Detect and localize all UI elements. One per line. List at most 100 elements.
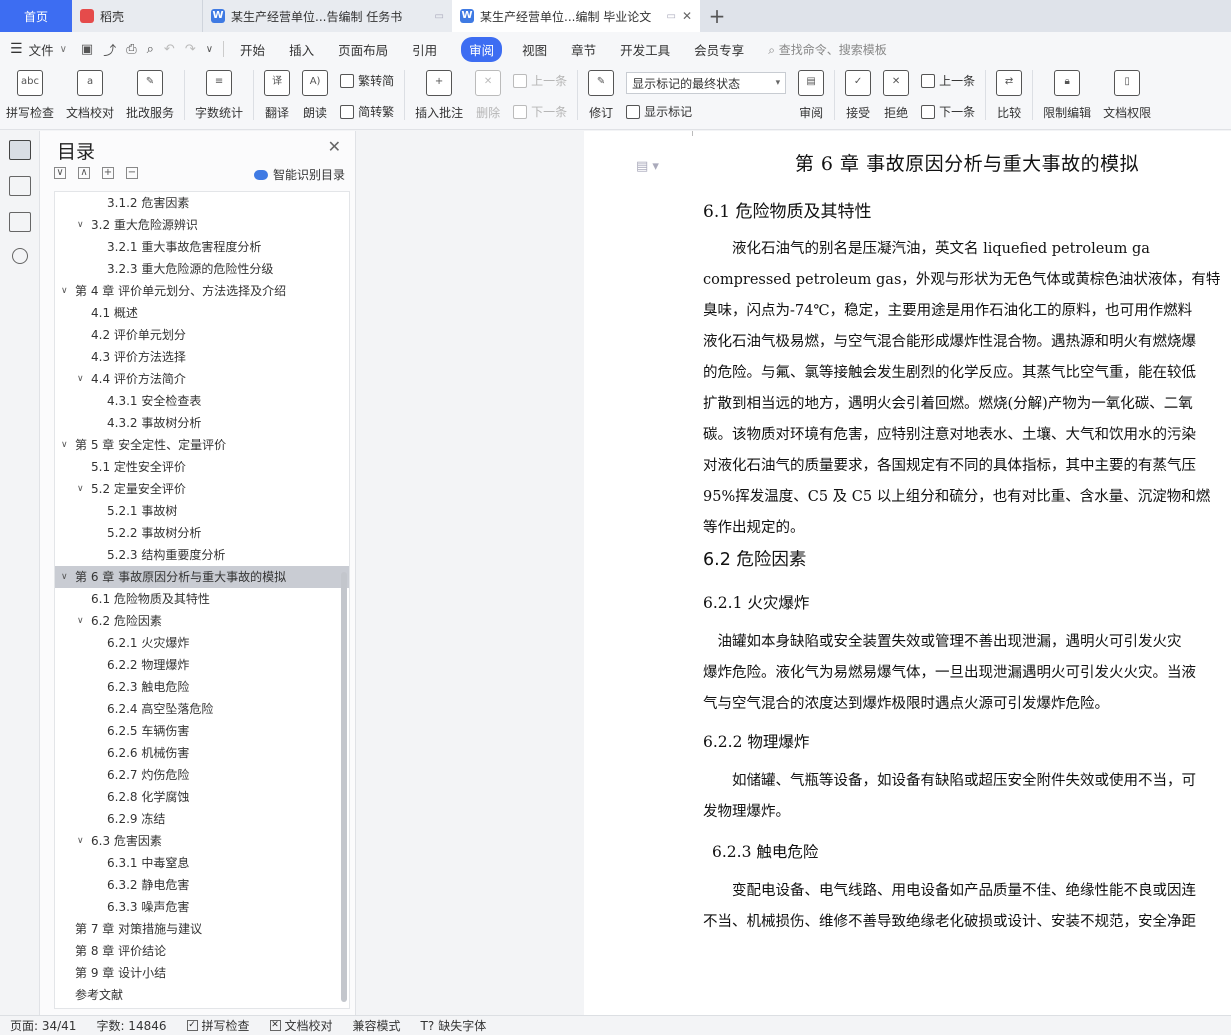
toc-item[interactable]: 5.2.3 结构重要度分析 <box>55 544 349 566</box>
tab-docer[interactable]: 稻壳 <box>72 0 202 32</box>
menu-page-layout[interactable]: 页面布局 <box>338 40 388 59</box>
undo-icon[interactable]: ↶ <box>164 42 175 57</box>
toc-item[interactable]: 6.2.5 车辆伤害 <box>55 720 349 742</box>
doc-check-button[interactable]: a 文档校对 <box>66 70 114 121</box>
toc-item[interactable]: 6.3.1 中毒窒息 <box>55 852 349 874</box>
read-aloud-button[interactable]: A) 朗读 <box>302 70 329 121</box>
new-tab-button[interactable]: + <box>700 0 734 32</box>
toc-item[interactable]: 6.2.2 物理爆炸 <box>55 654 349 676</box>
redo-icon[interactable]: ↷ <box>185 42 196 57</box>
chapter-nav-icon[interactable] <box>8 176 31 196</box>
toc-item[interactable]: 6.2.7 灼伤危险 <box>55 764 349 786</box>
reject-button[interactable]: ✕ 拒绝 <box>883 70 910 121</box>
delete-comment-button[interactable]: ✕ 删除 <box>475 70 502 121</box>
track-changes-button[interactable]: ✎ 修订 <box>588 70 615 121</box>
collapse-all-icon[interactable]: ∧ <box>78 167 90 179</box>
prev-change-button[interactable]: 上一条 <box>921 72 975 89</box>
close-icon[interactable]: ✕ <box>682 9 692 23</box>
reviewing-pane-button[interactable]: ▤ 审阅 <box>798 70 825 121</box>
tab-task-document[interactable]: W 某生产经营单位...告编制 任务书 ▭ <box>202 0 452 32</box>
toc-item[interactable]: 6.2.9 冻结 <box>55 808 349 830</box>
document-outline-icon[interactable]: ▤ ▾ <box>636 159 659 174</box>
export-icon[interactable]: ⤴ <box>103 40 116 59</box>
toc-item[interactable]: 6.2.8 化学腐蚀 <box>55 786 349 808</box>
customize-chevron-icon[interactable]: ∨ <box>206 44 213 55</box>
word-count-button[interactable]: ≡ 字数统计 <box>195 70 243 121</box>
compare-button[interactable]: ⇄ 比较 <box>996 70 1023 121</box>
toc-item[interactable]: 4.1 概述 <box>55 302 349 324</box>
restrict-edit-button[interactable]: 🔒︎ 限制编辑 <box>1043 70 1091 121</box>
toc-item[interactable]: ∨ 第 5 章 安全定性、定量评价 <box>55 434 349 456</box>
translate-button[interactable]: 译翻译 <box>264 70 291 121</box>
toc-item[interactable]: 5.1 定性安全评价 <box>55 456 349 478</box>
toc-item[interactable]: ∨ 第 6 章 事故原因分析与重大事故的模拟 <box>55 566 349 588</box>
next-change-button[interactable]: 下一条 <box>921 103 975 120</box>
smart-toc-button[interactable]: 智能识别目录 <box>253 166 345 183</box>
file-menu[interactable]: ☰ 文件 ∨ <box>10 40 67 59</box>
search-icon[interactable] <box>11 248 28 264</box>
toc-item[interactable]: ∨ 第 4 章 评价单元划分、方法选择及介绍 <box>55 280 349 302</box>
status-doc-check[interactable]: ✕ 文档校对 <box>269 1017 333 1034</box>
toc-item[interactable]: 3.2.3 重大危险源的危险性分级 <box>55 258 349 280</box>
status-spell-check[interactable]: ✓ 拼写检查 <box>186 1017 250 1034</box>
toc-item[interactable]: 6.3.2 静电危害 <box>55 874 349 896</box>
save-icon[interactable]: ▣ <box>81 42 93 57</box>
expand-all-icon[interactable]: ∨ <box>54 167 66 179</box>
toc-item[interactable]: ∨ 6.3 危害因素 <box>55 830 349 852</box>
toc-item[interactable]: 6.2.1 火灾爆炸 <box>55 632 349 654</box>
menu-sections[interactable]: 章节 <box>571 40 596 59</box>
tab-thesis-document[interactable]: W 某生产经营单位...编制 毕业论文 ▭ ✕ <box>452 0 700 32</box>
chevron-down-icon[interactable]: ∨ <box>77 610 84 632</box>
toc-item[interactable]: 4.3.2 事故树分析 <box>55 412 349 434</box>
tab-home[interactable]: 首页 <box>0 0 72 32</box>
toc-item[interactable]: 6.2.4 高空坠落危险 <box>55 698 349 720</box>
next-comment-button[interactable]: 下一条 <box>513 103 567 120</box>
toc-item[interactable]: ∨ 6.2 危险因素 <box>55 610 349 632</box>
bookmark-icon[interactable] <box>8 212 31 232</box>
chevron-down-icon[interactable]: ∨ <box>77 214 84 236</box>
show-markup-button[interactable]: 显示标记 <box>626 103 786 120</box>
chevron-down-icon[interactable]: ∨ <box>61 566 68 588</box>
print-preview-icon[interactable]: ⌕ <box>147 42 154 57</box>
toc-scrollbar-thumb[interactable] <box>341 572 347 1002</box>
accept-button[interactable]: ✓ 接受 <box>845 70 872 121</box>
document-page[interactable]: ▤ ▾ 第 6 章 事故原因分析与重大事故的模拟 6.1 危险物质及其特性 液化… <box>584 131 1231 1015</box>
review-service-button[interactable]: ✎ 批改服务 <box>126 70 174 121</box>
toc-item[interactable]: 5.2.1 事故树 <box>55 500 349 522</box>
toc-item[interactable]: 3.1.2 危害因素 <box>55 192 349 214</box>
chevron-down-icon[interactable]: ∨ <box>77 368 84 390</box>
chevron-down-icon[interactable]: ∨ <box>61 434 68 456</box>
toc-panel-icon[interactable] <box>8 140 31 160</box>
command-search[interactable]: ⌕ 查找命令、搜索模板 <box>768 41 887 58</box>
word-count-indicator[interactable]: 字数: 14846 <box>96 1017 166 1034</box>
plus-icon[interactable]: + <box>102 167 114 179</box>
menu-references[interactable]: 引用 <box>412 40 437 59</box>
menu-developer[interactable]: 开发工具 <box>620 40 670 59</box>
menu-insert[interactable]: 插入 <box>289 40 314 59</box>
missing-font-indicator[interactable]: T? 缺失字体 <box>421 1017 487 1034</box>
toc-item[interactable]: 6.2.6 机械伤害 <box>55 742 349 764</box>
insert-comment-button[interactable]: + 插入批注 <box>415 70 463 121</box>
menu-view[interactable]: 视图 <box>522 40 547 59</box>
chevron-down-icon[interactable]: ∨ <box>61 280 68 302</box>
toc-item[interactable]: 第 7 章 对策措施与建议 <box>55 918 349 940</box>
print-icon[interactable]: ⎙ <box>126 42 136 57</box>
toc-item[interactable]: 第 9 章 设计小结 <box>55 962 349 984</box>
menu-member[interactable]: 会员专享 <box>694 40 744 59</box>
prev-comment-button[interactable]: 上一条 <box>513 72 567 89</box>
toc-item[interactable]: 参考文献 <box>55 984 349 1006</box>
toc-item[interactable]: 4.3 评价方法选择 <box>55 346 349 368</box>
toc-item[interactable]: 4.3.1 安全检查表 <box>55 390 349 412</box>
toc-item[interactable]: ∨ 3.2 重大危险源辨识 <box>55 214 349 236</box>
menu-review[interactable]: 审阅 <box>461 36 503 62</box>
toc-item[interactable]: 第 8 章 评价结论 <box>55 940 349 962</box>
toc-item[interactable]: 5.2.2 事故树分析 <box>55 522 349 544</box>
close-icon[interactable]: ✕ <box>328 137 341 156</box>
doc-permission-button[interactable]: ▯ 文档权限 <box>1103 70 1151 121</box>
toc-item[interactable]: ∨ 5.2 定量安全评价 <box>55 478 349 500</box>
document-body[interactable]: 第 6 章 事故原因分析与重大事故的模拟 6.1 危险物质及其特性 液化石油气的… <box>703 149 1231 938</box>
toc-item[interactable]: ∨ 4.4 评价方法简介 <box>55 368 349 390</box>
chevron-down-icon[interactable]: ∨ <box>77 830 84 852</box>
toc-item[interactable]: 6.1 危险物质及其特性 <box>55 588 349 610</box>
toc-item[interactable]: 3.2.1 重大事故危害程度分析 <box>55 236 349 258</box>
